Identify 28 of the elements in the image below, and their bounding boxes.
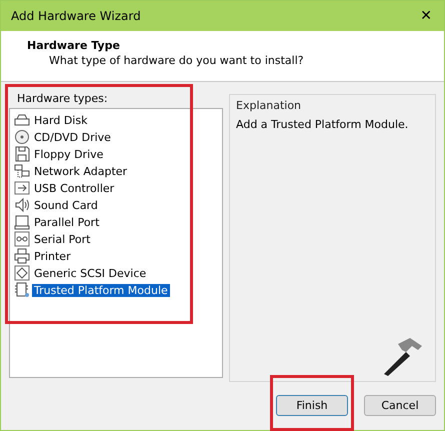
window-title: Add Hardware Wizard [11,8,141,23]
floppy-icon [14,146,30,162]
list-item[interactable]: Printer [32,250,73,263]
list-item[interactable]: Floppy Drive [32,148,106,161]
list-label: Hardware types: [16,90,109,105]
list-item[interactable]: Generic SCSI Device [32,266,148,280]
list-item[interactable]: Serial Port [32,232,92,246]
list-item[interactable]: Parallel Port [32,216,102,229]
dialog-button[interactable]: Cancel [364,395,436,416]
explanation-text: Add a Trusted Platform Module. [236,118,410,131]
list-item[interactable]: Network Adapter [32,164,130,178]
group-title: Explanation [236,98,302,112]
list-item[interactable]: Sound Card [32,198,100,212]
disk-icon [14,112,30,128]
serial-icon [14,231,30,248]
list-item[interactable]: Hard Disk [32,114,90,127]
list-item[interactable]: Trusted Platform Module [32,284,170,297]
page-title: Hardware Type [27,38,121,52]
parallel-icon [14,214,30,230]
dialog-button[interactable]: Finish [276,395,348,416]
list-item[interactable]: USB Controller [32,182,116,195]
sound-icon [14,197,30,214]
printer-icon [14,248,30,264]
list-item[interactable]: CD/DVD Drive [32,130,113,144]
page-subtitle: What type of hardware do you want to install? [48,54,305,67]
close-button[interactable]: ✕ [416,8,436,24]
network-icon [14,163,30,180]
cd-icon [14,129,30,146]
